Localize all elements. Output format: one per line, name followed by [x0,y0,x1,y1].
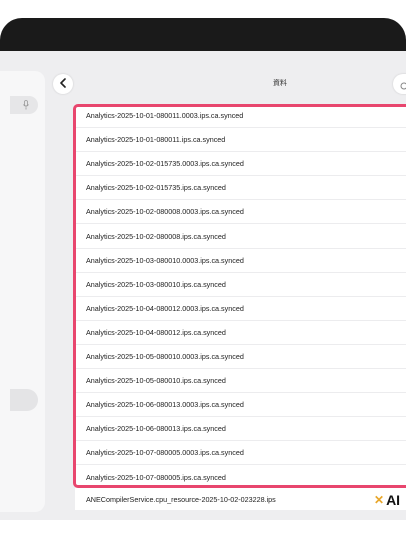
sidebar-panel [0,71,45,512]
file-row[interactable]: Analytics-2025-10-02-015735.0003.ips.ca.… [75,152,406,177]
sidebar-selected-item[interactable] [10,389,38,411]
file-row[interactable]: Analytics-2025-10-07-080005.0003.ips.ca.… [75,441,406,466]
watermark-logo: ✕ AI [374,492,400,508]
file-row[interactable]: Analytics-2025-10-01-080011.0003.ips.ca.… [75,104,406,129]
file-row[interactable]: Analytics-2025-10-01-080011.ips.ca.synce… [75,128,406,153]
file-row[interactable]: Analytics-2025-10-06-080013.ips.ca.synce… [75,417,406,442]
chevron-left-icon [59,75,67,93]
device-frame: 資料 Analytics-2025-10-01-080011.0003.ips.… [0,18,406,520]
file-row[interactable]: Analytics-2025-10-07-080005.ips.ca.synce… [75,465,406,489]
file-row[interactable]: Analytics-2025-10-06-080013.0003.ips.ca.… [75,393,406,418]
file-row[interactable]: Analytics-2025-10-02-015735.ips.ca.synce… [75,176,406,201]
file-list: Analytics-2025-10-01-080011.0003.ips.ca.… [75,104,406,490]
file-row[interactable]: Analytics-2025-10-05-080010.ips.ca.synce… [75,369,406,394]
microphone-icon[interactable] [21,99,31,111]
screen: 資料 Analytics-2025-10-01-080011.0003.ips.… [0,51,406,520]
file-row-bottom[interactable]: ANECompilerService.cpu_resource-2025-10-… [75,488,406,510]
back-button[interactable] [53,74,73,94]
file-row[interactable]: Analytics-2025-10-03-080010.0003.ips.ca.… [75,249,406,273]
file-row[interactable]: Analytics-2025-10-03-080010.ips.ca.synce… [75,273,406,297]
cross-mark-icon: ✕ [374,493,385,507]
file-row[interactable]: Analytics-2025-10-04-080012.0003.ips.ca.… [75,297,406,321]
page-title: 資料 [273,80,287,87]
file-row[interactable]: Analytics-2025-10-02-080008.ips.ca.synce… [75,224,406,249]
file-row[interactable]: Analytics-2025-10-05-080010.0003.ips.ca.… [75,345,406,370]
file-row[interactable]: Analytics-2025-10-02-080008.0003.ips.ca.… [75,200,406,225]
watermark-text: AI [386,492,401,508]
file-row[interactable]: Analytics-2025-10-04-080012.ips.ca.synce… [75,321,406,345]
search-icon [400,79,406,97]
